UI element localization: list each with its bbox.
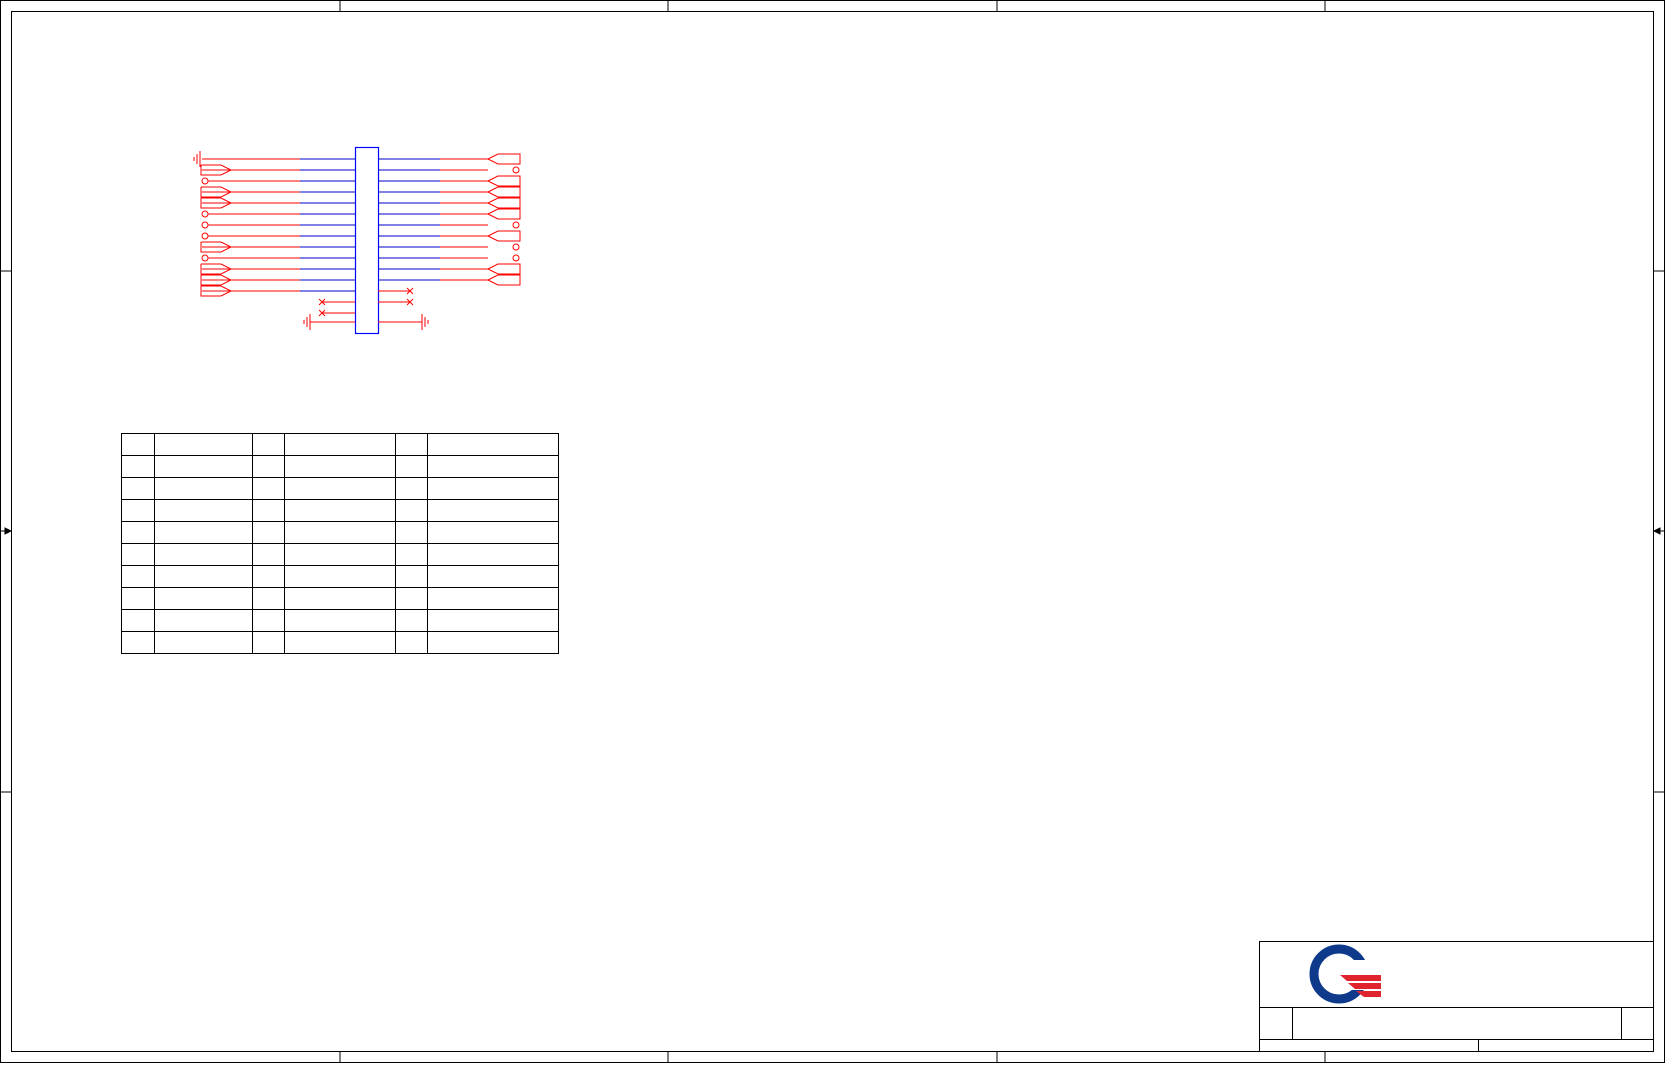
offpage-connector-icon[interactable] xyxy=(487,263,521,275)
schematic-sheet xyxy=(0,0,1665,1063)
pin-table-grid xyxy=(121,433,559,654)
left-net-row xyxy=(200,241,355,253)
left-net-row xyxy=(201,177,355,185)
offpage-connector-icon[interactable] xyxy=(487,274,521,286)
right-net-row xyxy=(378,175,521,187)
right-net-row xyxy=(378,221,520,229)
frame-center-markers xyxy=(0,527,1665,535)
right-net-row xyxy=(378,208,521,220)
pin-assignment-table xyxy=(121,433,559,654)
outer-border xyxy=(0,0,1665,1063)
test-point-icon[interactable] xyxy=(201,210,209,218)
offpage-connector-icon[interactable] xyxy=(487,208,521,220)
quanta-q-logo-icon xyxy=(1309,944,1382,1004)
right-net-row xyxy=(378,243,520,251)
right-net-row xyxy=(378,263,521,275)
drawing-frame xyxy=(0,0,1665,1063)
offpage-connector-icon[interactable] xyxy=(487,230,521,242)
left-net-row xyxy=(201,254,355,262)
left-net-row xyxy=(201,221,355,229)
right-net-row xyxy=(378,197,521,209)
test-point-icon[interactable] xyxy=(201,221,209,229)
connector-body[interactable] xyxy=(354,146,380,335)
right-net-row xyxy=(378,230,521,242)
test-point-icon[interactable] xyxy=(512,243,520,251)
ground-pins xyxy=(303,314,429,330)
ground-icon xyxy=(303,314,311,330)
left-net-row xyxy=(200,197,355,209)
left-nc-row xyxy=(318,298,355,306)
schematic-canvas xyxy=(0,0,1665,1063)
ground-icon xyxy=(421,314,429,330)
test-point-icon[interactable] xyxy=(512,221,520,229)
right-net-row xyxy=(378,166,520,174)
left-net-row xyxy=(201,232,355,240)
offpage-connector-icon[interactable] xyxy=(487,153,521,165)
right-net-row xyxy=(378,287,414,295)
right-net-row xyxy=(378,274,521,286)
offpage-connector-icon[interactable] xyxy=(487,186,521,198)
test-point-icon[interactable] xyxy=(201,177,209,185)
connector-schematic xyxy=(193,146,521,335)
right-net-row xyxy=(378,153,521,165)
arrow-marker-icon xyxy=(1652,527,1665,535)
right-net-row xyxy=(378,298,414,306)
left-net-row xyxy=(200,263,355,275)
test-point-icon[interactable] xyxy=(512,254,520,262)
left-net-row xyxy=(200,164,355,176)
test-point-icon[interactable] xyxy=(201,254,209,262)
arrow-marker-icon xyxy=(0,527,13,535)
offpage-connector-icon[interactable] xyxy=(487,197,521,209)
left-nc-row xyxy=(318,309,355,317)
left-net-row xyxy=(200,274,355,286)
ground-icon xyxy=(193,151,201,167)
test-point-icon[interactable] xyxy=(201,232,209,240)
test-point-icon[interactable] xyxy=(512,166,520,174)
left-net-row xyxy=(200,285,355,297)
left-net-row xyxy=(200,186,355,198)
inner-border xyxy=(11,11,1654,1052)
right-net-row xyxy=(378,186,521,198)
offpage-connector-icon[interactable] xyxy=(487,175,521,187)
left-net-row xyxy=(201,210,355,218)
right-net-row xyxy=(378,254,520,262)
